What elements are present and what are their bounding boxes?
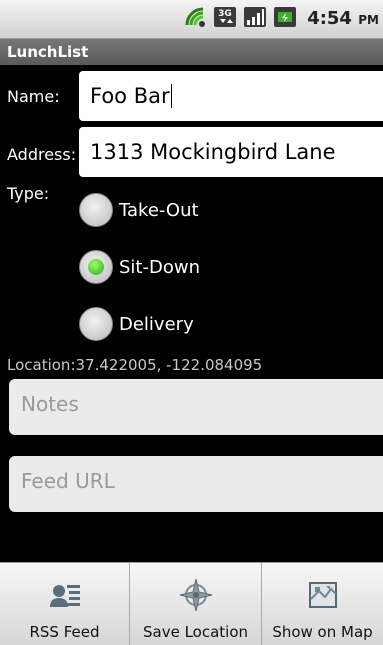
radio-button-unchecked[interactable]: [79, 307, 113, 341]
clock: 4:54 PM: [307, 8, 379, 29]
type-label: Type:: [7, 184, 50, 203]
radio-label-delivery: Delivery: [119, 313, 194, 335]
location-text: Location:37.422005, -122.084095: [7, 356, 263, 374]
radio-label-sit-down: Sit-Down: [119, 256, 200, 278]
radio-button-unchecked[interactable]: [79, 193, 113, 227]
rss-feed-icon: [49, 585, 80, 607]
radio-button-checked[interactable]: [79, 250, 113, 284]
title-bar: LunchList: [0, 39, 383, 65]
name-value: Foo Bar: [90, 84, 170, 108]
clock-time: 4:54: [307, 8, 352, 29]
status-bar: 3G 4:54 PM: [0, 0, 383, 39]
radio-take-out[interactable]: Take-Out: [79, 193, 199, 227]
signal-icon: [244, 7, 266, 27]
menu-item-show-on-map[interactable]: Show on Map: [262, 563, 383, 645]
map-icon: [308, 582, 337, 608]
address-value: 1313 Mockingbird Lane: [90, 140, 336, 164]
status-icons: 3G: [183, 5, 297, 29]
address-label: Address:: [7, 145, 77, 164]
notes-field[interactable]: Notes: [9, 379, 383, 435]
clock-ampm: PM: [358, 13, 379, 27]
battery-icon: [274, 7, 296, 27]
options-menu: RSS Feed Save Location Show on Map: [0, 562, 383, 645]
menu-item-label: Save Location: [142, 623, 249, 641]
app-title: LunchList: [7, 43, 89, 61]
address-field[interactable]: 1313 Mockingbird Lane: [79, 127, 383, 177]
3g-icon: 3G: [214, 7, 236, 27]
text-cursor: [170, 84, 172, 108]
radio-label-take-out: Take-Out: [119, 199, 199, 221]
feed-url-placeholder: Feed URL: [21, 469, 115, 493]
name-label: Name:: [7, 87, 60, 106]
menu-item-save-location[interactable]: Save Location: [130, 563, 262, 645]
radio-delivery[interactable]: Delivery: [79, 307, 194, 341]
svg-text:3G: 3G: [218, 9, 232, 19]
compass-icon: [179, 578, 212, 612]
notes-placeholder: Notes: [21, 392, 79, 416]
feed-url-field[interactable]: Feed URL: [9, 456, 383, 512]
menu-item-rss-feed[interactable]: RSS Feed: [0, 563, 130, 645]
name-field[interactable]: Foo Bar: [79, 71, 383, 121]
wifi-icon: [185, 7, 205, 27]
radio-sit-down[interactable]: Sit-Down: [79, 250, 200, 284]
menu-item-label: Show on Map: [272, 623, 373, 641]
menu-item-label: RSS Feed: [29, 623, 100, 641]
